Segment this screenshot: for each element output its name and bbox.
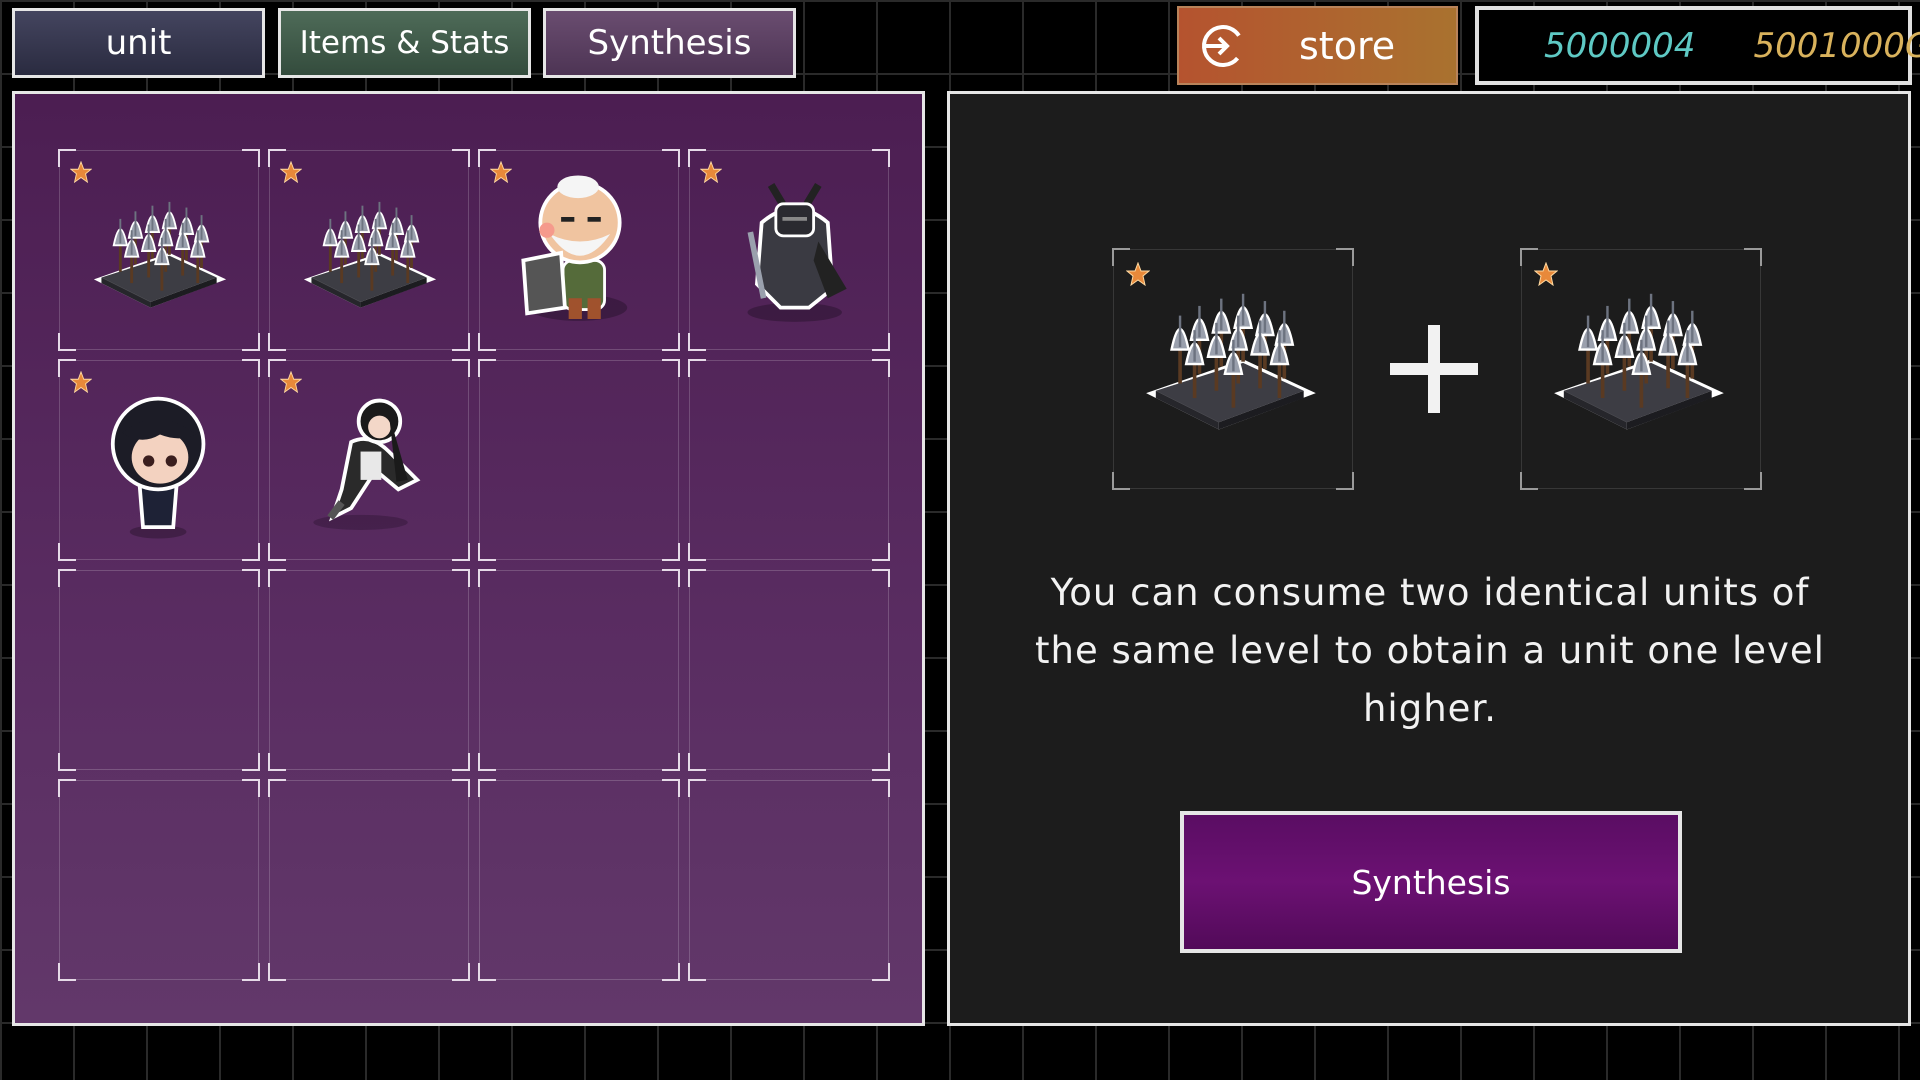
slot-corner-bracket: [268, 569, 286, 587]
slot-corner-bracket: [58, 753, 76, 771]
slot-corner-bracket: [688, 963, 706, 981]
unit-slot-spike-trap[interactable]: [268, 149, 470, 351]
slot-corner-bracket: [872, 149, 890, 167]
dark-haired-boy-icon: [110, 396, 206, 539]
slot-corner-bracket: [268, 543, 286, 561]
slot-corner-bracket: [1744, 472, 1762, 490]
slot-corner-bracket: [688, 753, 706, 771]
unit-slot-empty[interactable]: [58, 569, 260, 771]
slot-corner-bracket: [478, 753, 496, 771]
dark-knight-icon: [747, 182, 847, 322]
slot-corner-bracket: [452, 569, 470, 587]
slot-corner-bracket: [1336, 248, 1354, 266]
slot-corner-bracket: [662, 543, 680, 561]
slot-corner-bracket: [452, 149, 470, 167]
unit-slot-empty[interactable]: [478, 569, 680, 771]
slot-corner-bracket: [452, 753, 470, 771]
slot-corner-bracket: [452, 779, 470, 797]
spike-trap-icon: [303, 201, 437, 308]
slot-corner-bracket: [872, 779, 890, 797]
gold-count: 5001000G: [1753, 25, 1920, 66]
tab-items-stats[interactable]: Items & Stats: [278, 8, 531, 78]
slot-corner-bracket: [58, 543, 76, 561]
slot-corner-bracket: [662, 963, 680, 981]
unit-slot-dark-haired-boy[interactable]: [58, 359, 260, 561]
unit-slot-empty[interactable]: [268, 569, 470, 771]
slot-corner-bracket: [662, 149, 680, 167]
slot-corner-bracket: [452, 963, 470, 981]
slot-corner-bracket: [268, 963, 286, 981]
slot-corner-bracket: [58, 569, 76, 587]
unit-slot-empty[interactable]: [58, 779, 260, 981]
slot-corner-bracket: [268, 779, 286, 797]
unit-slot-dark-knight[interactable]: [688, 149, 890, 351]
tab-synthesis[interactable]: Synthesis: [543, 8, 796, 78]
slot-corner-bracket: [242, 359, 260, 377]
unit-slot-spike-trap[interactable]: [58, 149, 260, 351]
slot-corner-bracket: [478, 543, 496, 561]
slot-corner-bracket: [242, 963, 260, 981]
slot-corner-bracket: [242, 569, 260, 587]
unit-slot-empty[interactable]: [688, 569, 890, 771]
synthesis-description: You can consume two identical units of t…: [1035, 571, 1825, 730]
slot-corner-bracket: [478, 359, 496, 377]
slot-corner-bracket: [872, 543, 890, 561]
unit-slot-empty[interactable]: [268, 779, 470, 981]
slot-corner-bracket: [872, 359, 890, 377]
slot-corner-bracket: [242, 149, 260, 167]
slot-corner-bracket: [242, 753, 260, 771]
slot-corner-bracket: [478, 333, 496, 351]
slot-corner-bracket: [662, 779, 680, 797]
slot-corner-bracket: [688, 543, 706, 561]
slot-corner-bracket: [872, 753, 890, 771]
dark-haired-girl-icon: [313, 398, 421, 530]
slot-corner-bracket: [478, 569, 496, 587]
material-slot-1[interactable]: [1112, 248, 1354, 490]
slot-corner-bracket: [452, 359, 470, 377]
synthesis-panel: You can consume two identical units of t…: [947, 91, 1911, 1026]
unit-slot-empty[interactable]: [478, 359, 680, 561]
slot-corner-bracket: [662, 359, 680, 377]
gem-count: 5000004: [1544, 25, 1696, 66]
slot-corner-bracket: [1112, 472, 1130, 490]
plus-icon: [1390, 325, 1478, 413]
slot-corner-bracket: [478, 779, 496, 797]
slot-corner-bracket: [268, 333, 286, 351]
slot-corner-bracket: [58, 333, 76, 351]
enter-icon: [1202, 24, 1244, 67]
slot-corner-bracket: [662, 569, 680, 587]
old-man-shield-icon: [521, 175, 628, 321]
unit-slot-empty[interactable]: [478, 779, 680, 981]
currency-display: 5000004 5001000G: [1475, 6, 1920, 85]
slot-corner-bracket: [688, 333, 706, 351]
unit-slot-empty[interactable]: [688, 779, 890, 981]
slot-corner-bracket: [872, 963, 890, 981]
unit-inventory-panel: [12, 91, 925, 1026]
slot-corner-bracket: [662, 753, 680, 771]
slot-corner-bracket: [58, 963, 76, 981]
spike-trap-icon: [1146, 293, 1316, 430]
slot-corner-bracket: [1336, 472, 1354, 490]
tab-unit[interactable]: unit: [12, 8, 265, 78]
store-label: store: [1299, 23, 1396, 68]
store-button[interactable]: store: [1177, 6, 1458, 85]
spike-trap-icon: [93, 201, 227, 308]
slot-corner-bracket: [478, 963, 496, 981]
material-slot-2[interactable]: [1520, 248, 1762, 490]
slot-corner-bracket: [242, 779, 260, 797]
slot-corner-bracket: [1520, 472, 1538, 490]
slot-corner-bracket: [688, 779, 706, 797]
slot-corner-bracket: [688, 359, 706, 377]
unit-slot-old-man-shield[interactable]: [478, 149, 680, 351]
slot-corner-bracket: [688, 569, 706, 587]
synthesis-button[interactable]: Synthesis: [1180, 811, 1682, 953]
unit-slot-dark-haired-girl[interactable]: [268, 359, 470, 561]
spike-trap-icon: [1554, 293, 1724, 430]
slot-corner-bracket: [872, 569, 890, 587]
slot-corner-bracket: [1744, 248, 1762, 266]
slot-corner-bracket: [268, 753, 286, 771]
unit-slot-empty[interactable]: [688, 359, 890, 561]
slot-corner-bracket: [58, 779, 76, 797]
